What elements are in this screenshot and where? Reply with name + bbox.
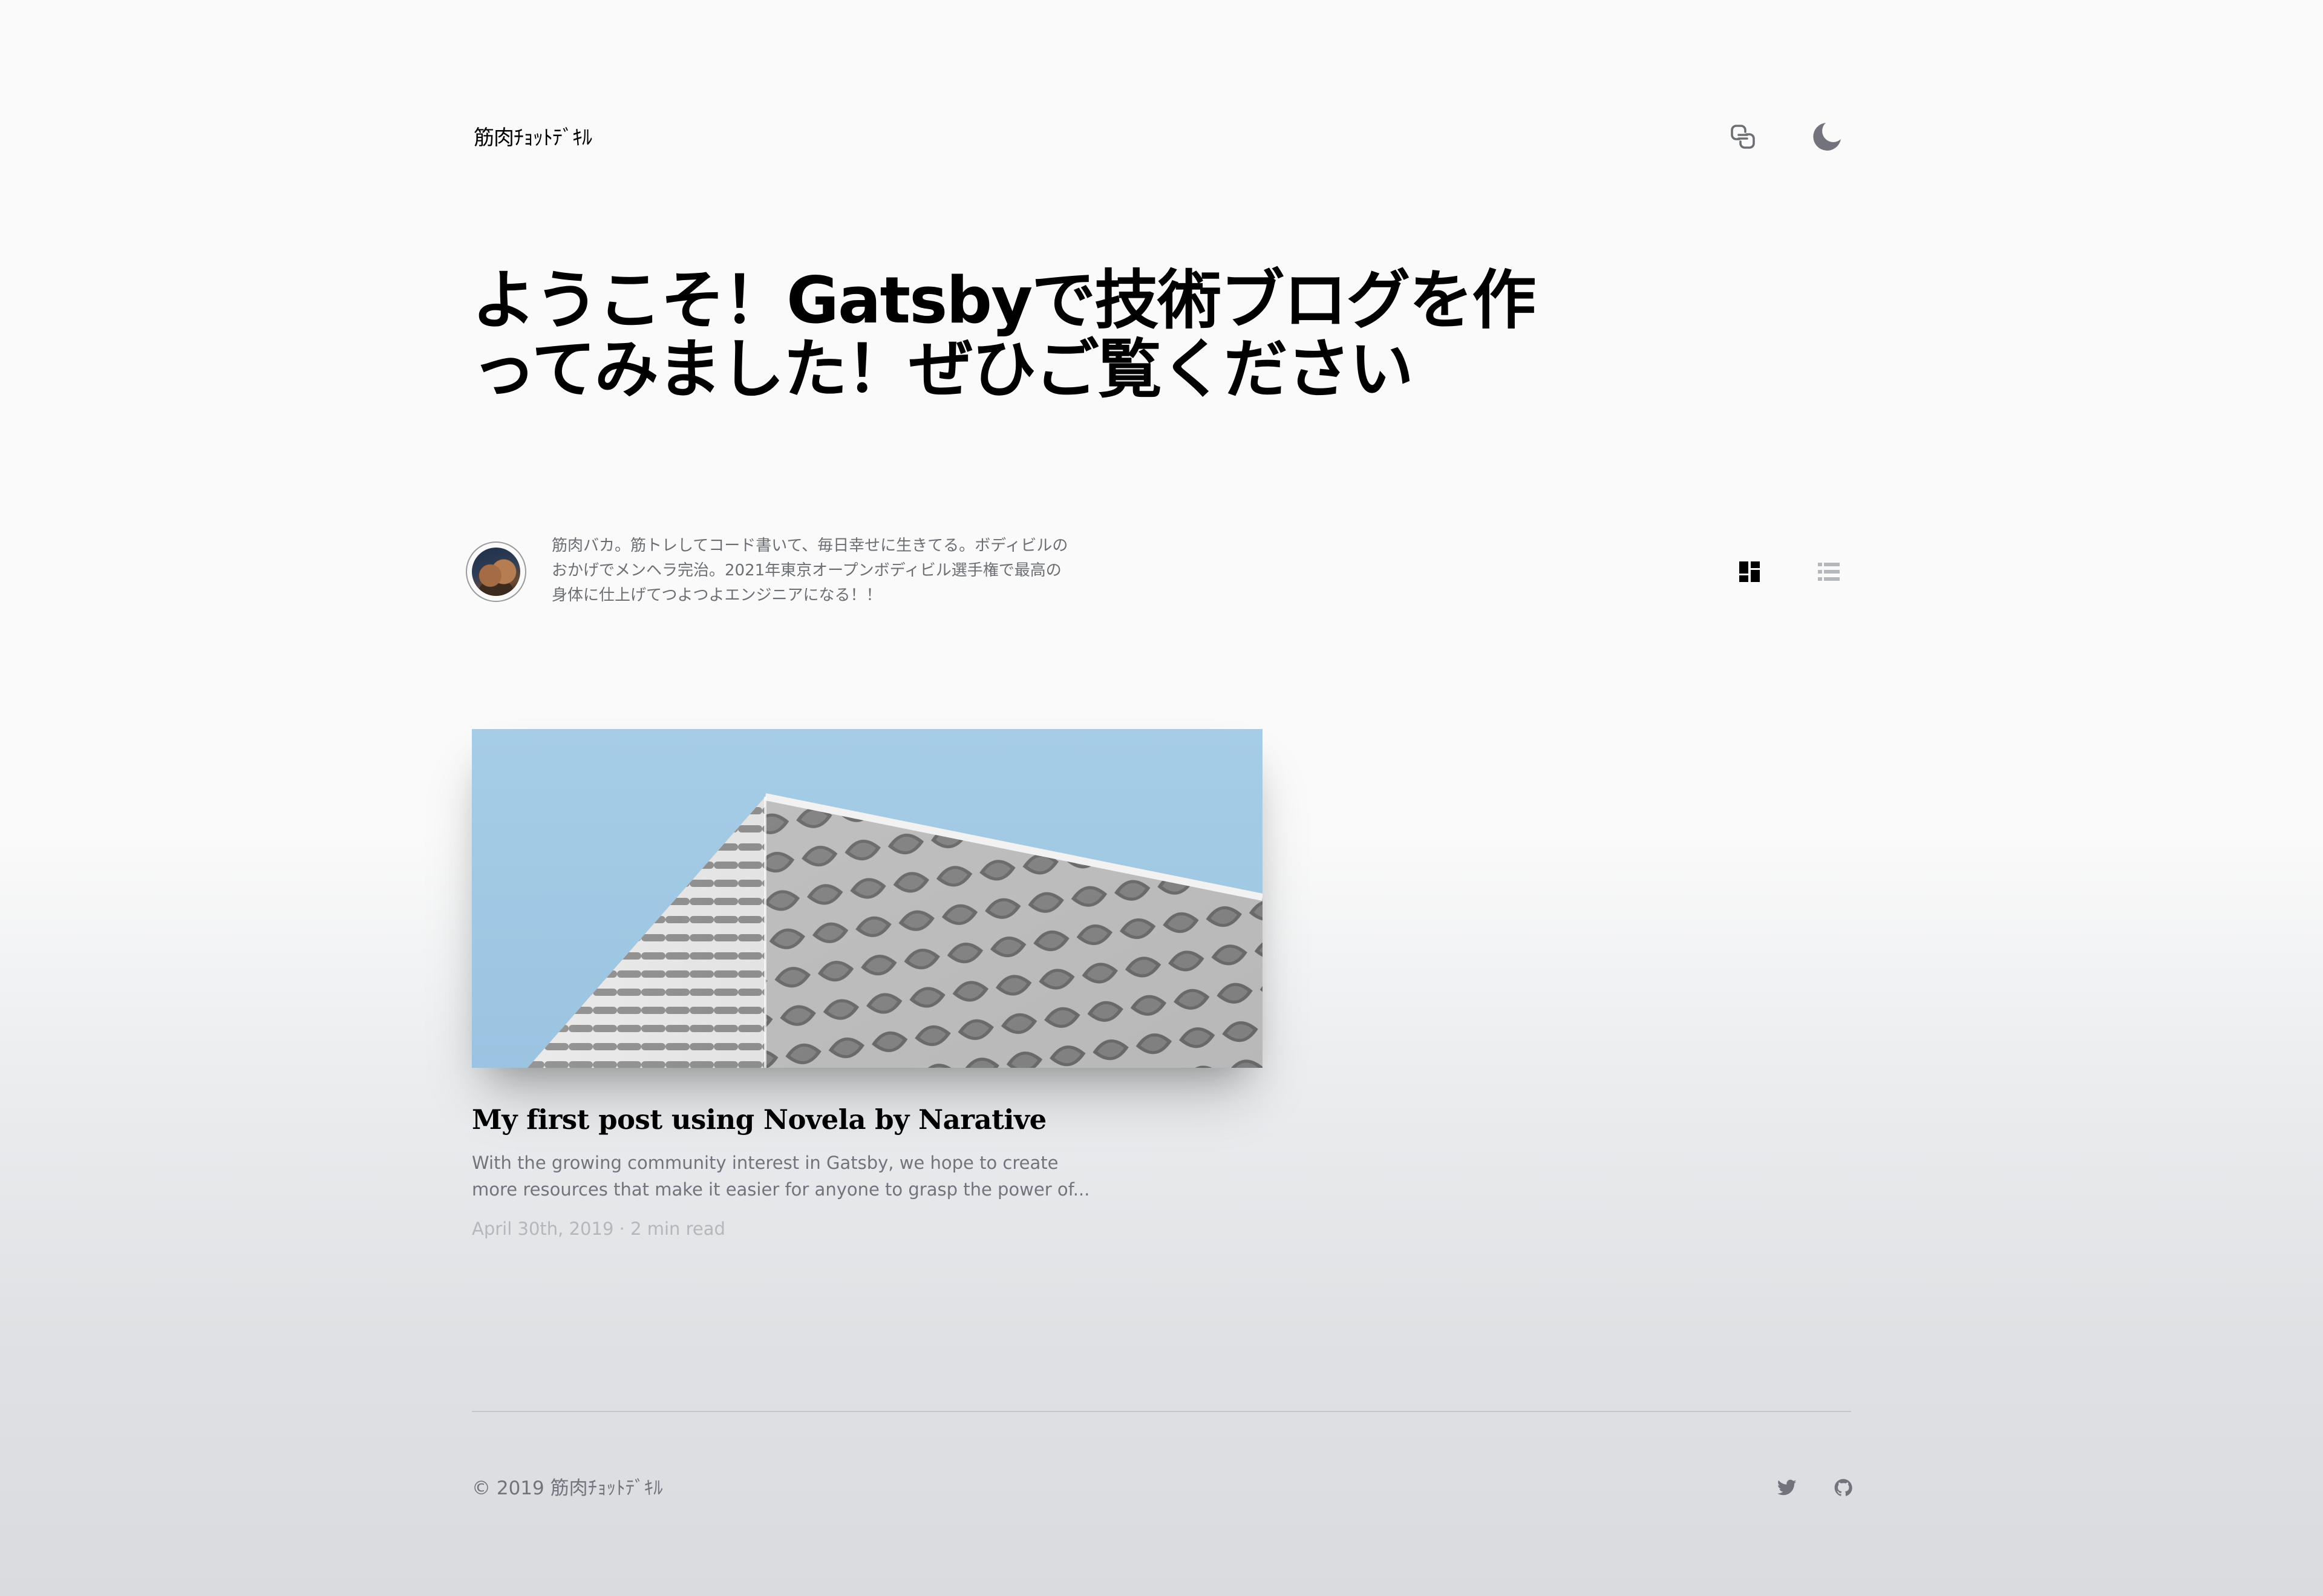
article-title[interactable]: My first post using Novela by Narative — [472, 1101, 1047, 1139]
avatar[interactable] — [467, 543, 525, 601]
article-excerpt: With the growing community interest in G… — [472, 1153, 1090, 1200]
site-logo[interactable]: 筋肉ﾁｮｯﾄﾃﾞｷﾙ — [474, 120, 592, 151]
list-layout-icon[interactable] — [1813, 556, 1844, 587]
twitter-icon[interactable] — [1775, 1476, 1799, 1500]
article-hero-image[interactable] — [472, 729, 1263, 1068]
github-icon[interactable] — [1831, 1476, 1855, 1500]
author-bio: 筋肉バカ。筋トレしてコード書いて、毎日幸せに生きてる。ボディビルのおかげでメンヘ… — [552, 537, 1068, 604]
footer-divider — [472, 1411, 1851, 1412]
copy-link-icon[interactable] — [1726, 120, 1760, 154]
hero-title: ようこそ！Gatsbyで技術ブログを作ってみました！ぜひご覧ください — [472, 263, 1536, 407]
article-meta: April 30th, 2019 · 2 min read — [472, 1218, 725, 1239]
avatar-photo — [472, 548, 520, 596]
footer-copyright: © 2019 筋肉ﾁｮｯﾄﾃﾞｷﾙ — [472, 1477, 663, 1499]
grid-layout-icon[interactable] — [1734, 556, 1765, 587]
moon-icon[interactable] — [1810, 120, 1844, 154]
